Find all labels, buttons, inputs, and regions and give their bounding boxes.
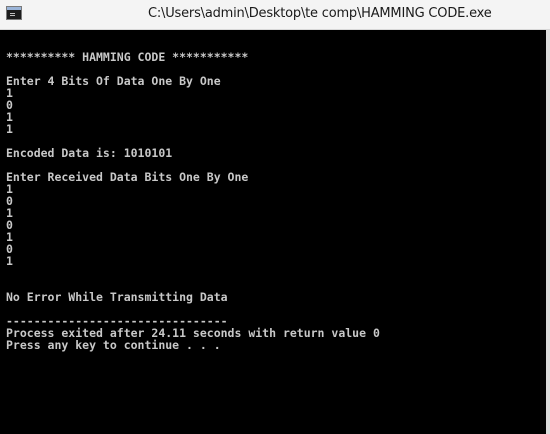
console-line: Press any key to continue . . . bbox=[6, 338, 221, 352]
console-line: 0 bbox=[6, 98, 13, 112]
console-line: No Error While Transmitting Data bbox=[6, 290, 228, 304]
console-line: 1 bbox=[6, 230, 13, 244]
console-line: 1 bbox=[6, 182, 13, 196]
console-line: 1 bbox=[6, 206, 13, 220]
console-line: 1 bbox=[6, 86, 13, 100]
console-line: ********** HAMMING CODE *********** bbox=[6, 50, 249, 64]
title-bar[interactable]: C:\Users\admin\Desktop\te comp\HAMMING C… bbox=[0, 0, 550, 30]
console-line: 0 bbox=[6, 218, 13, 232]
console-line: Enter Received Data Bits One By One bbox=[6, 170, 249, 184]
console-output-area[interactable]: ********** HAMMING CODE *********** Enter… bbox=[0, 30, 546, 434]
console-window: C:\Users\admin\Desktop\te comp\HAMMING C… bbox=[0, 0, 550, 434]
console-line: 1 bbox=[6, 110, 13, 124]
console-text: ********** HAMMING CODE *********** Enter… bbox=[6, 39, 380, 351]
console-line: Encoded Data is: 1010101 bbox=[6, 146, 173, 160]
console-line: 0 bbox=[6, 194, 13, 208]
window-title: C:\Users\admin\Desktop\te comp\HAMMING C… bbox=[148, 6, 492, 21]
console-line: 1 bbox=[6, 122, 13, 136]
console-line: Enter 4 Bits Of Data One By One bbox=[6, 74, 221, 88]
console-line: 1 bbox=[6, 254, 13, 268]
console-app-icon[interactable] bbox=[6, 6, 22, 20]
window-border bbox=[546, 30, 550, 434]
console-line: 0 bbox=[6, 242, 13, 256]
